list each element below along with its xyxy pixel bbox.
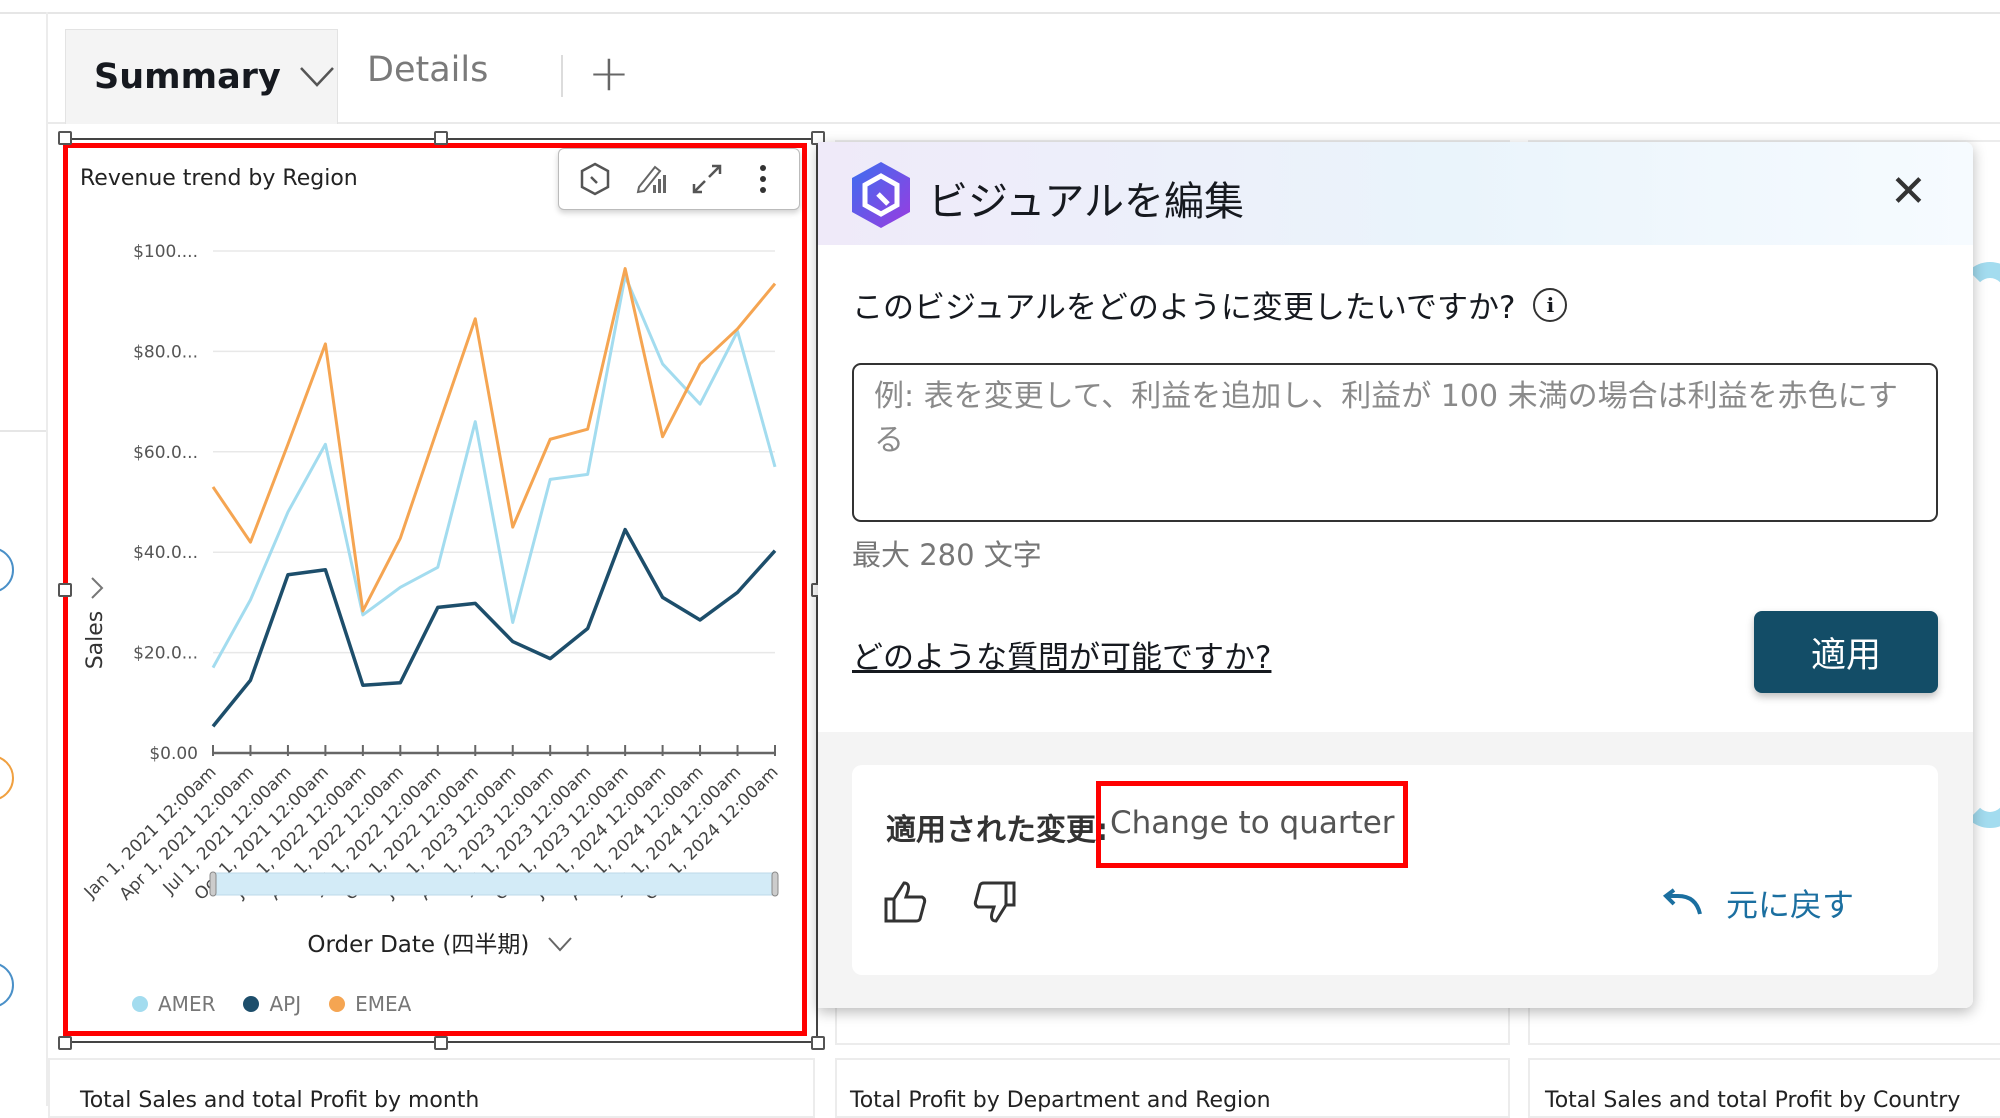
x-axis-title: Order Date (四半期) xyxy=(307,932,530,958)
prompt-input[interactable] xyxy=(852,363,1938,522)
info-icon[interactable]: i xyxy=(1533,287,1568,322)
legend-item-amer[interactable]: AMER xyxy=(132,992,215,1016)
thumbs-down-icon[interactable] xyxy=(970,877,1020,927)
series-line-emea[interactable] xyxy=(211,267,777,613)
legend-item-emea[interactable]: EMEA xyxy=(329,992,411,1016)
panel-title: ビジュアルを編集 xyxy=(928,179,1244,225)
highlight-box xyxy=(1096,781,1408,868)
applied-changes-section: 適用された変更: Change to quarter 元に戻す xyxy=(818,732,1973,1008)
legend-dot xyxy=(329,996,346,1012)
chevron-right-icon[interactable] xyxy=(91,577,104,599)
legend-dot xyxy=(132,996,148,1012)
scrollbar-handle-right[interactable] xyxy=(771,871,779,897)
question-text: このビジュアルをどのように変更したいですか? xyxy=(852,290,1516,326)
chevron-down-icon[interactable] xyxy=(547,936,573,952)
card-title: Total Sales and total Profit by Country xyxy=(1545,1088,1961,1113)
y-tick-label: $100.... xyxy=(133,242,198,262)
applied-change-card: 適用された変更: Change to quarter 元に戻す xyxy=(852,765,1938,975)
card-title: Total Sales and total Profit by month xyxy=(80,1088,480,1113)
undo-icon xyxy=(1662,888,1702,915)
scrollbar-handle-left[interactable] xyxy=(209,871,217,897)
y-tick-label: $20.0... xyxy=(133,644,198,664)
x-axis-title-dropdown[interactable]: Order Date (四半期) xyxy=(0,925,880,959)
close-button[interactable]: ✕ xyxy=(1890,167,1927,217)
undo-label: 元に戻す xyxy=(1726,886,1855,924)
y-axis-title: Sales xyxy=(83,611,108,670)
max-characters-hint: 最大 280 文字 xyxy=(852,538,1042,572)
q-logo-icon xyxy=(852,162,910,228)
y-tick-label: $80.0... xyxy=(133,342,198,362)
x-axis-scrollbar[interactable] xyxy=(212,872,776,896)
legend-item-apj[interactable]: APJ xyxy=(243,992,301,1016)
line-chart: $0.00 $20.0... $40.0... $60.0... $80.0... $10… xyxy=(80,242,783,905)
undo-button[interactable]: 元に戻す xyxy=(1660,880,1854,926)
help-questions-link[interactable]: どのような質問が可能ですか? xyxy=(852,632,1271,677)
y-tick-label: $40.0... xyxy=(133,543,198,563)
y-tick-label: $60.0... xyxy=(133,443,198,463)
question-label: このビジュアルをどのように変更したいですか? i xyxy=(852,282,1568,327)
series-line-amer[interactable] xyxy=(211,274,777,669)
edit-visual-panel: ビジュアルを編集 ✕ このビジュアルをどのように変更したいですか? i 最大 2… xyxy=(818,142,1973,1008)
y-tick-label: $0.00 xyxy=(149,744,198,764)
legend-label: EMEA xyxy=(355,992,412,1016)
applied-change-label: 適用された変更: xyxy=(886,813,1108,848)
legend-dot xyxy=(243,996,260,1012)
apply-button[interactable]: 適用 xyxy=(1754,611,1938,693)
legend-label: APJ xyxy=(269,992,302,1016)
legend-label: AMER xyxy=(158,992,216,1016)
chart-legend: AMER APJ EMEA xyxy=(132,992,411,1016)
series-line-apj[interactable] xyxy=(211,527,777,728)
card-title: Total Profit by Department and Region xyxy=(850,1088,1271,1113)
thumbs-up-icon[interactable] xyxy=(880,877,930,927)
